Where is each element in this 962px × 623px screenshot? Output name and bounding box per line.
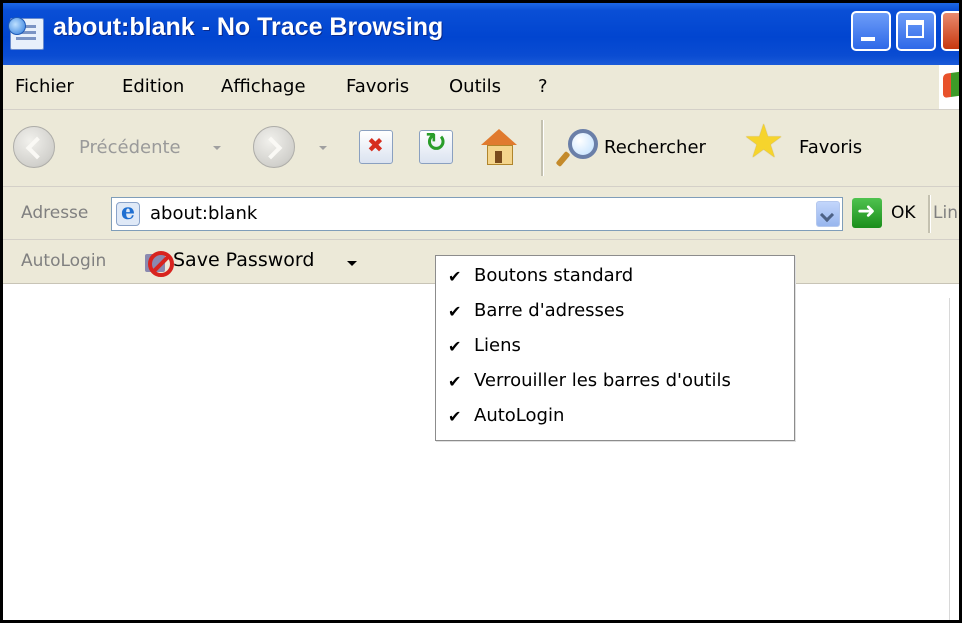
search-icon[interactable] — [555, 127, 598, 168]
menu-affichage[interactable]: Affichage — [221, 76, 306, 97]
windows-logo-icon — [939, 65, 959, 109]
address-label: Adresse — [21, 203, 89, 223]
refresh-icon[interactable] — [419, 128, 453, 164]
standard-toolbar: Précédente Rechercher ★ Favoris — [3, 110, 959, 187]
menu-item-boutons-standard[interactable]: ✔ Boutons standard — [436, 259, 792, 293]
home-icon[interactable] — [479, 127, 519, 167]
search-button-label[interactable]: Rechercher — [604, 137, 706, 158]
menu-edition[interactable]: Edition — [122, 76, 184, 97]
menu-item-autologin[interactable]: ✔ AutoLogin — [436, 399, 792, 433]
checkmark-icon: ✔ — [448, 407, 462, 426]
autologin-label: AutoLogin — [21, 251, 107, 271]
menu-item-label: Boutons standard — [474, 265, 634, 286]
menu-item-label: Liens — [474, 335, 521, 356]
browser-window: about:blank - No Trace Browsing Fichier … — [0, 0, 962, 623]
menu-favoris[interactable]: Favoris — [346, 76, 409, 97]
back-dropdown-icon[interactable] — [213, 146, 221, 150]
favorites-star-icon[interactable]: ★ — [743, 118, 784, 164]
menu-item-label: Verrouiller les barres d'outils — [474, 370, 731, 391]
menu-item-barre-adresses[interactable]: ✔ Barre d'adresses — [436, 294, 792, 328]
menu-outils[interactable]: Outils — [449, 76, 501, 97]
chevron-down-icon[interactable] — [816, 201, 840, 227]
go-button-label[interactable]: OK — [891, 203, 916, 223]
menu-item-verrouiller-barres[interactable]: ✔ Verrouiller les barres d'outils — [436, 364, 792, 398]
address-value[interactable]: about:blank — [150, 203, 257, 224]
minimize-button[interactable] — [851, 11, 891, 51]
checkmark-icon: ✔ — [448, 372, 462, 391]
window-title: about:blank - No Trace Browsing — [53, 13, 444, 41]
ie-page-icon — [8, 17, 44, 50]
menu-bar: Fichier Edition Affichage Favoris Outils… — [3, 65, 959, 110]
forward-icon[interactable] — [253, 126, 295, 168]
toolbar-separator — [541, 120, 544, 176]
title-bar[interactable]: about:blank - No Trace Browsing — [3, 3, 959, 65]
menu-item-liens[interactable]: ✔ Liens — [436, 329, 792, 363]
ie-page-icon — [116, 199, 140, 226]
scrollbar-edge — [949, 298, 950, 620]
back-icon[interactable] — [13, 126, 55, 168]
maximize-button[interactable] — [896, 11, 936, 51]
menu-help[interactable]: ? — [538, 76, 548, 97]
checkmark-icon: ✔ — [448, 267, 462, 286]
close-button[interactable] — [941, 11, 959, 51]
address-bar: Adresse about:blank OK Lin — [3, 187, 959, 240]
go-arrow-icon[interactable] — [852, 198, 882, 228]
checkmark-icon: ✔ — [448, 337, 462, 356]
back-button-label[interactable]: Précédente — [79, 137, 181, 158]
address-separator — [928, 195, 931, 233]
links-label[interactable]: Lin — [933, 203, 958, 223]
save-password-button[interactable]: Save Password — [173, 249, 314, 271]
save-password-dropdown-icon[interactable] — [347, 261, 357, 266]
no-save-password-icon[interactable] — [143, 250, 174, 277]
favorites-button-label[interactable]: Favoris — [799, 137, 862, 158]
menu-item-label: Barre d'adresses — [474, 300, 625, 321]
forward-dropdown-icon[interactable] — [319, 146, 327, 150]
stop-icon[interactable] — [359, 130, 393, 164]
menu-fichier[interactable]: Fichier — [15, 76, 74, 97]
toolbar-context-menu: ✔ Boutons standard ✔ Barre d'adresses ✔ … — [435, 255, 795, 441]
address-input[interactable]: about:blank — [111, 197, 843, 231]
menu-item-label: AutoLogin — [474, 405, 565, 426]
checkmark-icon: ✔ — [448, 302, 462, 321]
